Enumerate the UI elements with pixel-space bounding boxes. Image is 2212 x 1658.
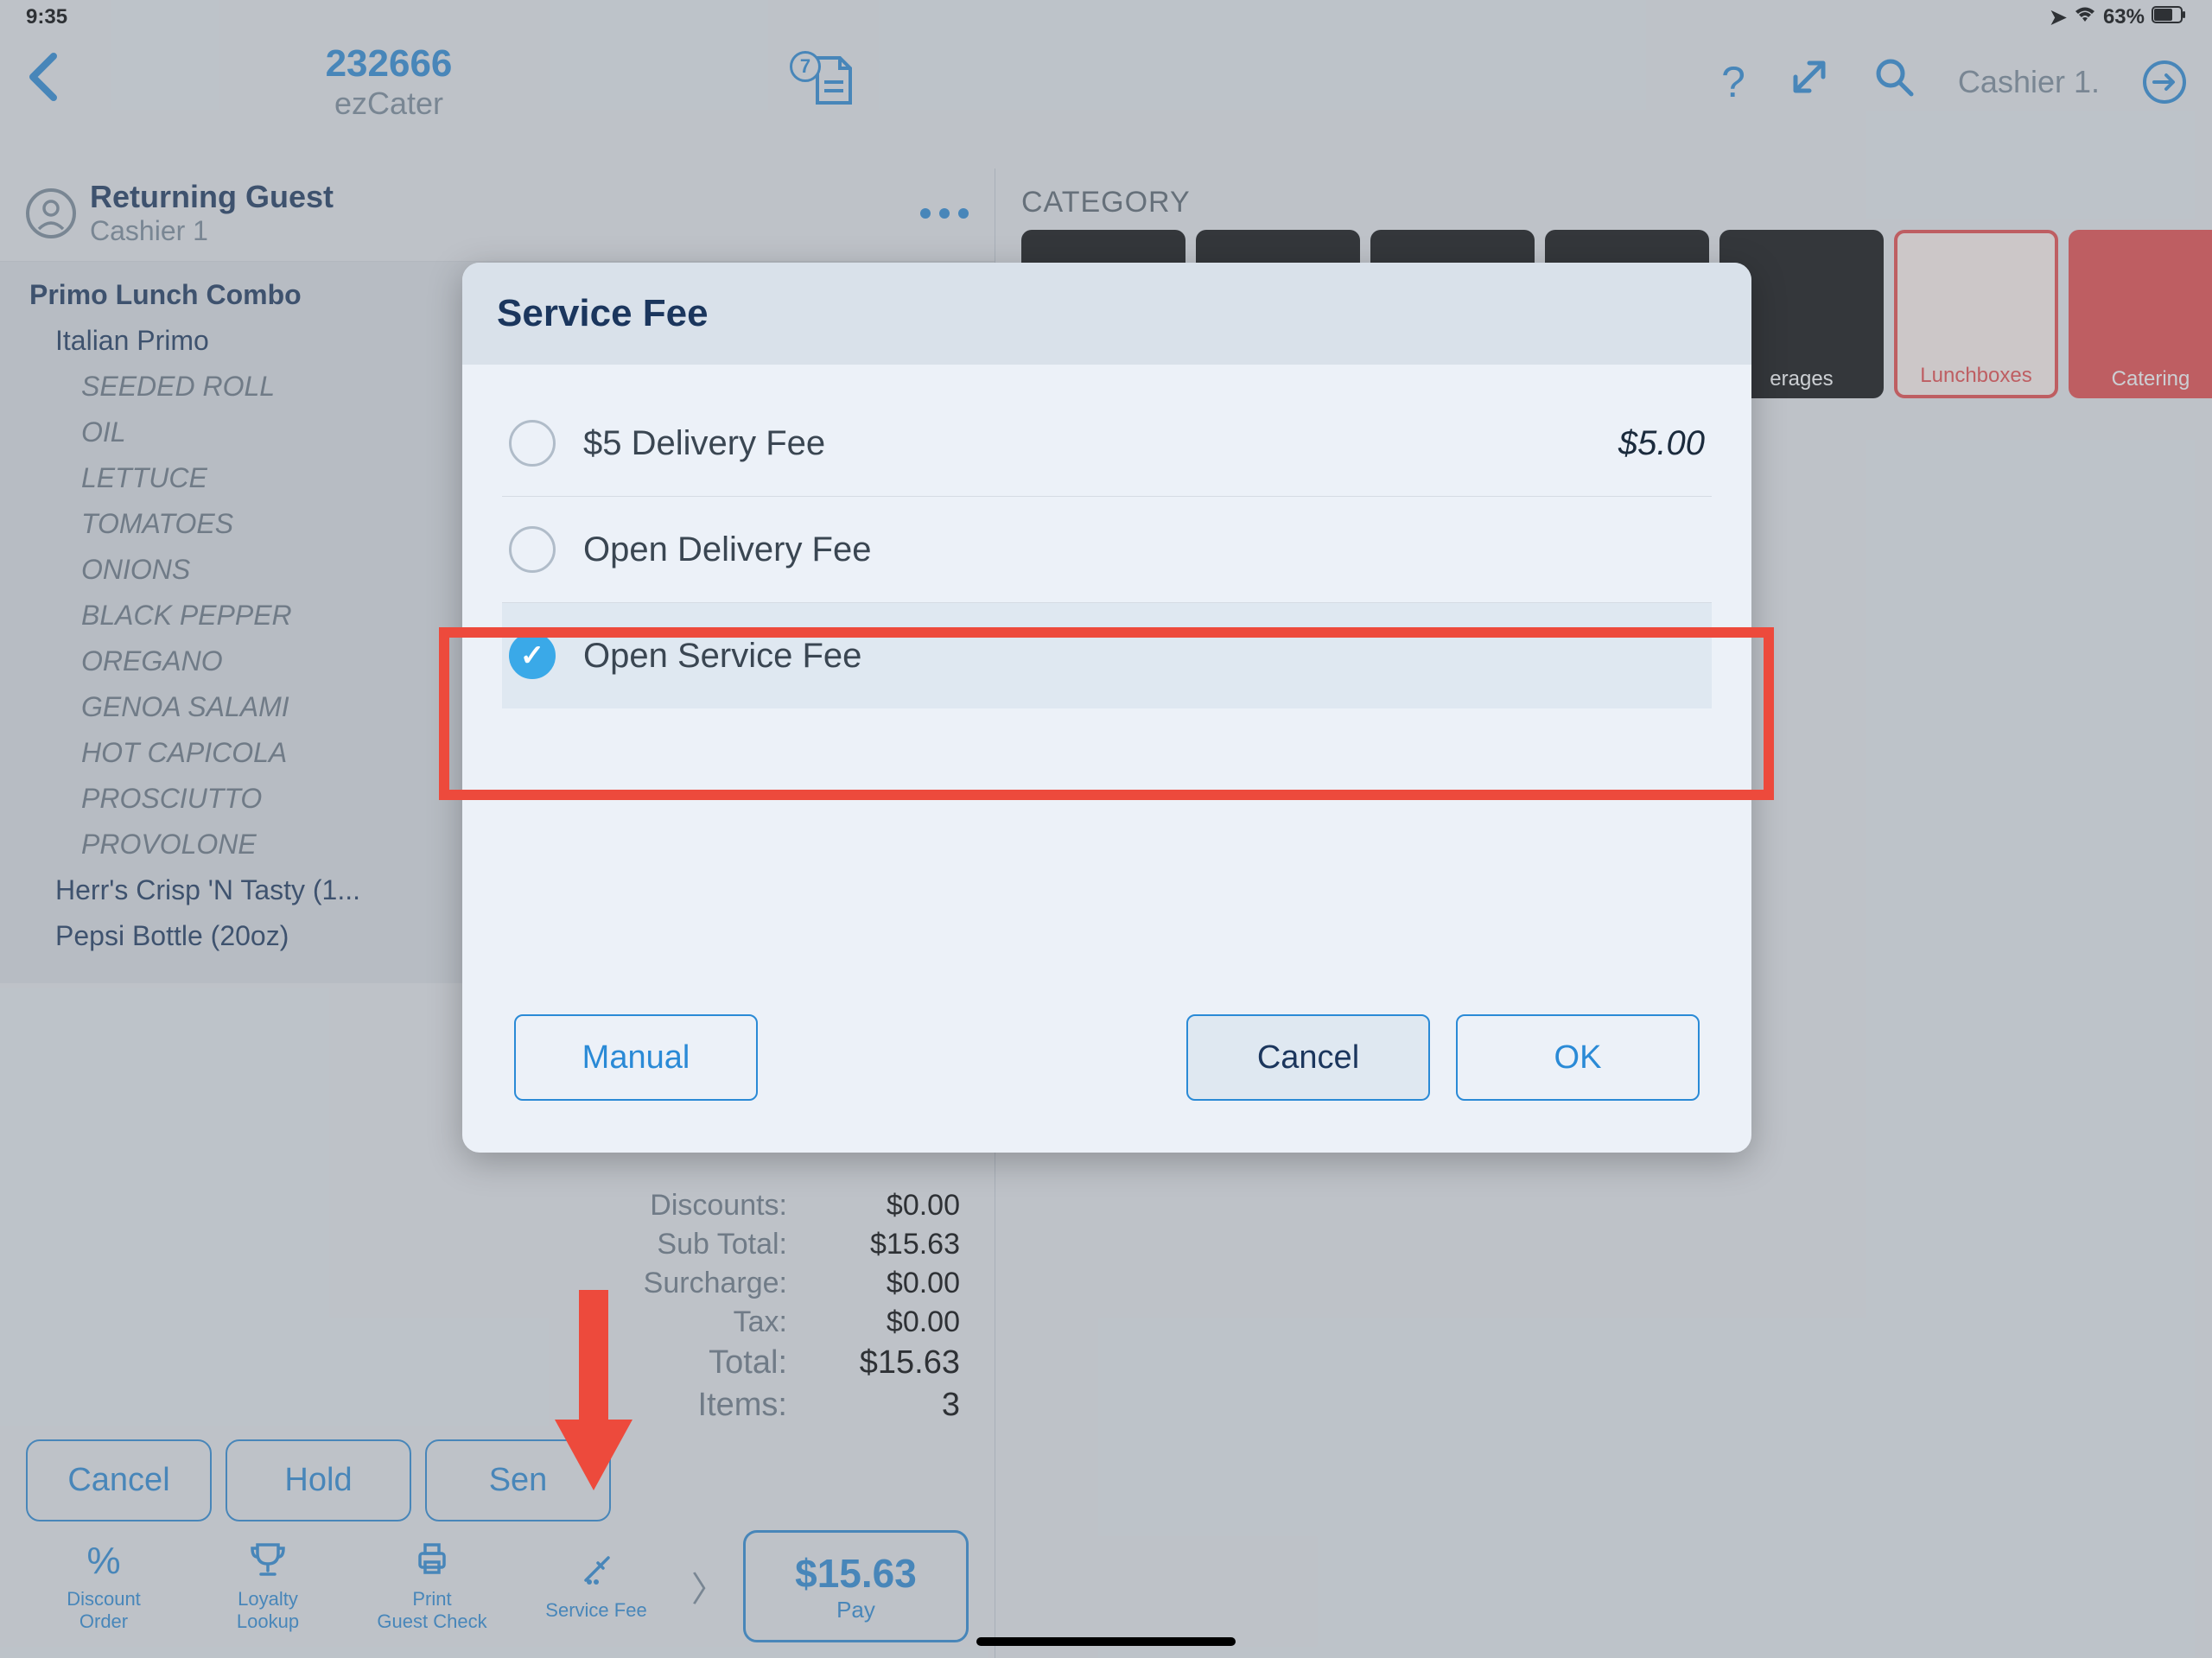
manual-button[interactable]: Manual: [514, 1014, 758, 1101]
fee-option[interactable]: Open Delivery Fee: [502, 497, 1712, 603]
fee-price: $5.00: [1618, 424, 1705, 463]
modal-ok-button[interactable]: OK: [1456, 1014, 1700, 1101]
fee-name: Open Service Fee: [583, 637, 1705, 676]
modal-footer: Manual Cancel OK: [462, 997, 1751, 1153]
service-fee-modal: Service Fee $5 Delivery Fee$5.00 Open Del…: [462, 263, 1751, 1153]
radio-icon: [509, 420, 556, 467]
modal-header: Service Fee: [462, 263, 1751, 365]
fee-name: Open Delivery Fee: [583, 530, 1705, 569]
fee-option[interactable]: $5 Delivery Fee$5.00: [502, 391, 1712, 497]
fee-name: $5 Delivery Fee: [583, 424, 1618, 463]
radio-icon: [509, 526, 556, 573]
modal-body: $5 Delivery Fee$5.00 Open Delivery Fee Ope…: [462, 365, 1751, 997]
fee-option[interactable]: Open Service Fee: [502, 603, 1712, 708]
modal-cancel-button[interactable]: Cancel: [1186, 1014, 1430, 1101]
modal-title: Service Fee: [497, 292, 1717, 335]
radio-icon: [509, 632, 556, 679]
home-indicator[interactable]: [976, 1637, 1236, 1646]
